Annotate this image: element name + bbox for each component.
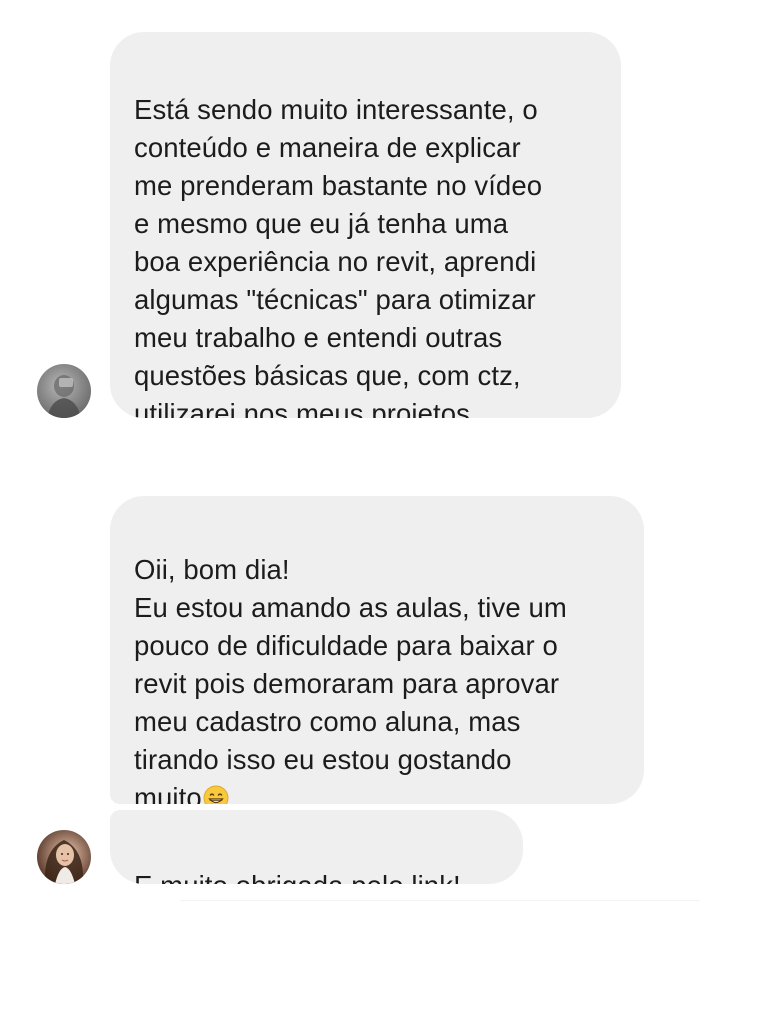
- avatar-photo-icon: [44, 840, 84, 884]
- avatar[interactable]: [37, 830, 91, 884]
- avatar-photo-icon: [47, 375, 81, 418]
- message-bubble[interactable]: Oii, bom dia! Eu estou amando as aulas, …: [110, 496, 644, 804]
- message-text: Oii, bom dia! Eu estou amando as aulas, …: [134, 551, 622, 804]
- message-text: E muito obrigada pelo link!: [134, 867, 501, 884]
- message-bubble[interactable]: E muito obrigada pelo link!: [110, 810, 523, 884]
- avatar[interactable]: [37, 364, 91, 418]
- message-bubble[interactable]: Está sendo muito interessante, o conteúd…: [110, 32, 621, 418]
- grinning-face-emoji-icon: [203, 785, 229, 804]
- message-text: Está sendo muito interessante, o conteúd…: [134, 94, 543, 418]
- divider: [180, 900, 700, 901]
